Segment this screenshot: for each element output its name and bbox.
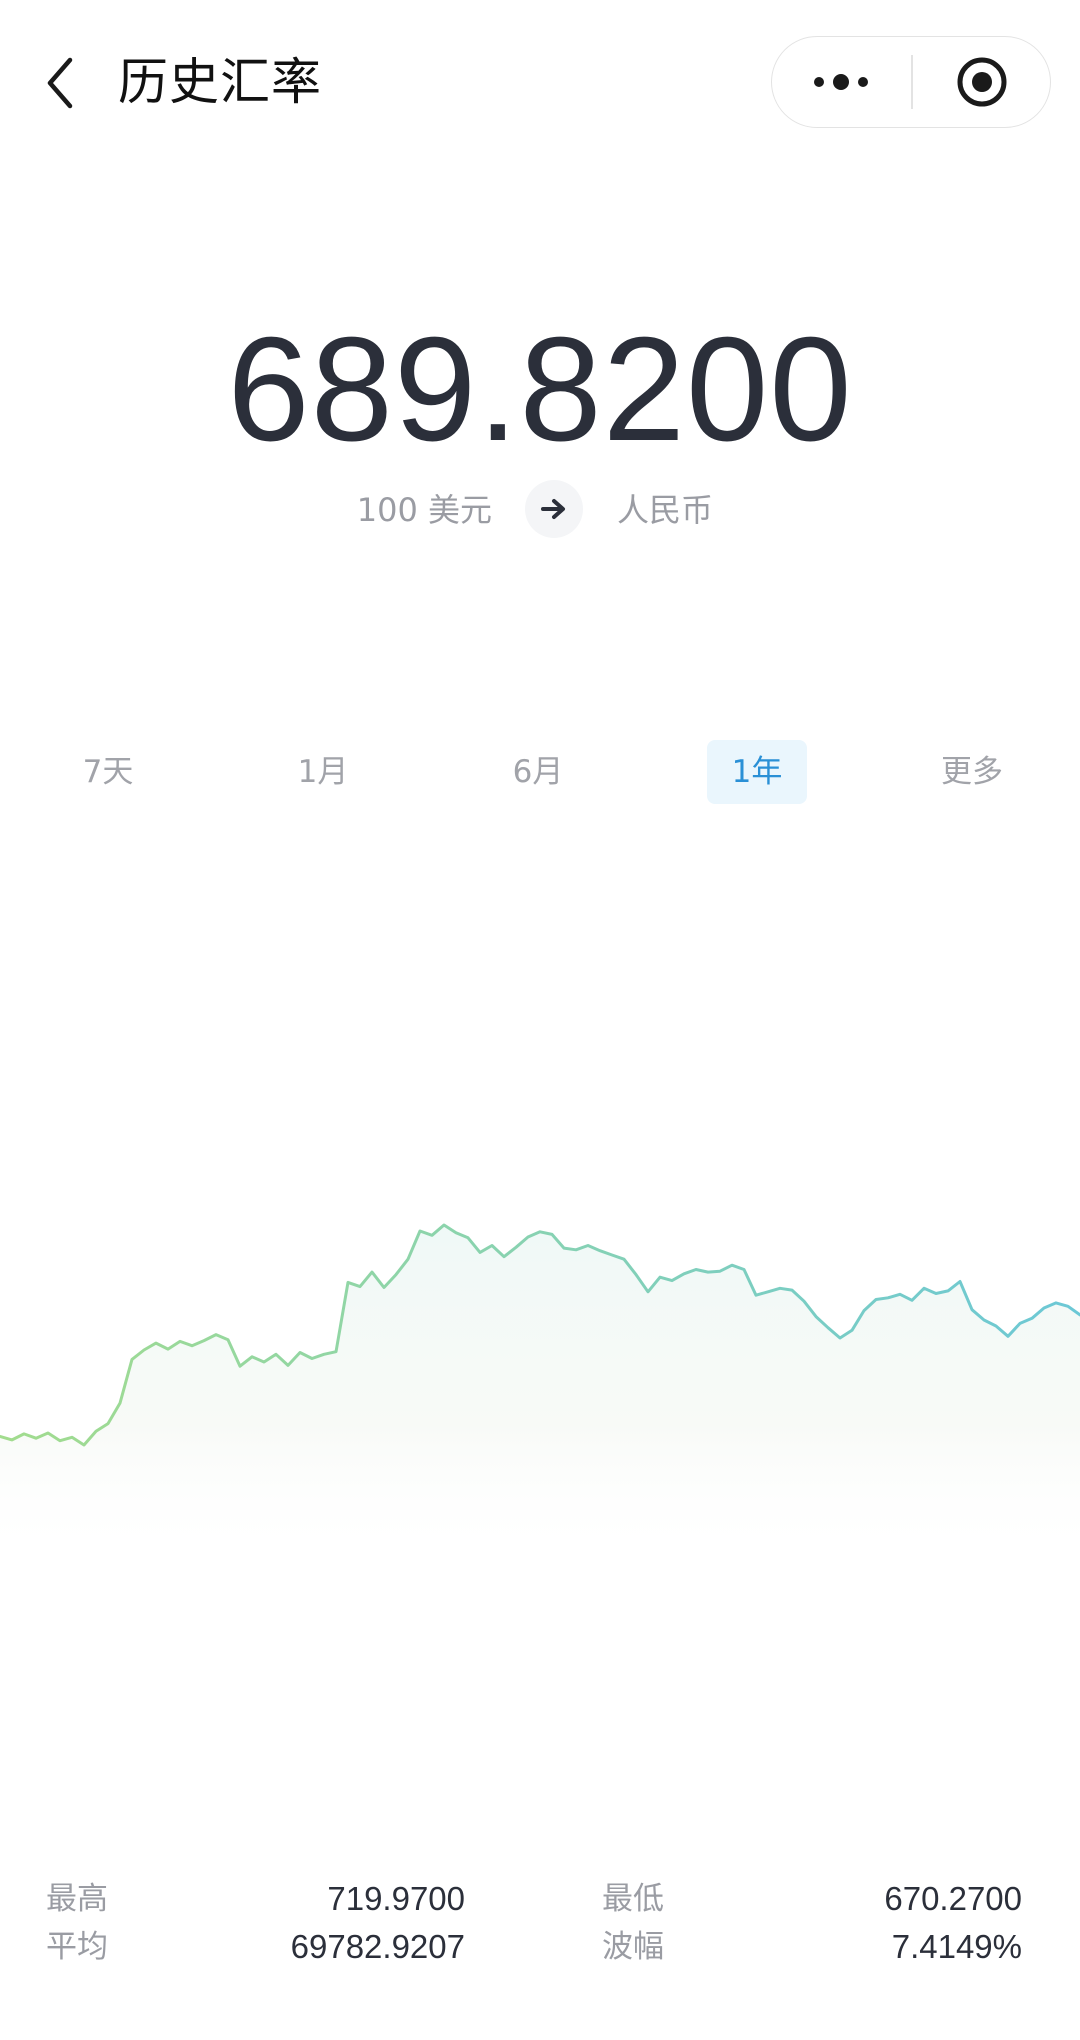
chevron-left-icon <box>47 57 73 109</box>
stat-amplitude-value: 7.4149% <box>891 1928 1022 1965</box>
conversion-row: 100 美元 人民币 <box>0 480 1080 540</box>
tab-more[interactable]: 更多 <box>922 740 1022 804</box>
target-circle-icon <box>957 57 1006 106</box>
tab-7-days[interactable]: 7天 <box>58 740 158 804</box>
stat-low-label: 最低 <box>602 1881 664 1917</box>
arrow-right-icon <box>541 499 565 519</box>
nav-bar: 历史汇率 <box>0 0 1080 165</box>
to-currency[interactable]: 人民币 <box>617 488 713 532</box>
stat-amplitude-label: 波幅 <box>602 1929 664 1965</box>
stats-panel: 最高 719.9700 最低 670.2700 平均 69782.9207 波幅… <box>0 1875 1080 1985</box>
rate-history-chart[interactable] <box>0 1180 1080 1560</box>
from-currency[interactable]: 100 美元 <box>357 488 492 532</box>
more-dots-icon <box>814 73 868 90</box>
exchange-rate-value: 689.8200 <box>227 307 853 472</box>
tab-1-month[interactable]: 1月 <box>273 740 373 804</box>
tab-6-months[interactable]: 6月 <box>488 740 588 804</box>
stat-high-label: 最高 <box>46 1881 108 1917</box>
back-button[interactable] <box>30 48 90 118</box>
more-button[interactable] <box>772 37 910 126</box>
tab-1-year[interactable]: 1年 <box>707 740 807 804</box>
swap-currency-button[interactable] <box>525 480 583 538</box>
range-tabs: 7天 1月 6月 1年 更多 <box>0 740 1080 806</box>
close-button[interactable] <box>913 37 1050 126</box>
stat-average-value: 69782.9207 <box>290 1928 465 1965</box>
page-title: 历史汇率 <box>118 53 322 111</box>
chart-area-fill <box>0 1225 1080 1560</box>
mini-program-capsule <box>771 36 1051 128</box>
stat-high-value: 719.9700 <box>327 1880 465 1917</box>
stat-low-value: 670.2700 <box>884 1880 1022 1917</box>
stat-average-label: 平均 <box>46 1929 108 1965</box>
